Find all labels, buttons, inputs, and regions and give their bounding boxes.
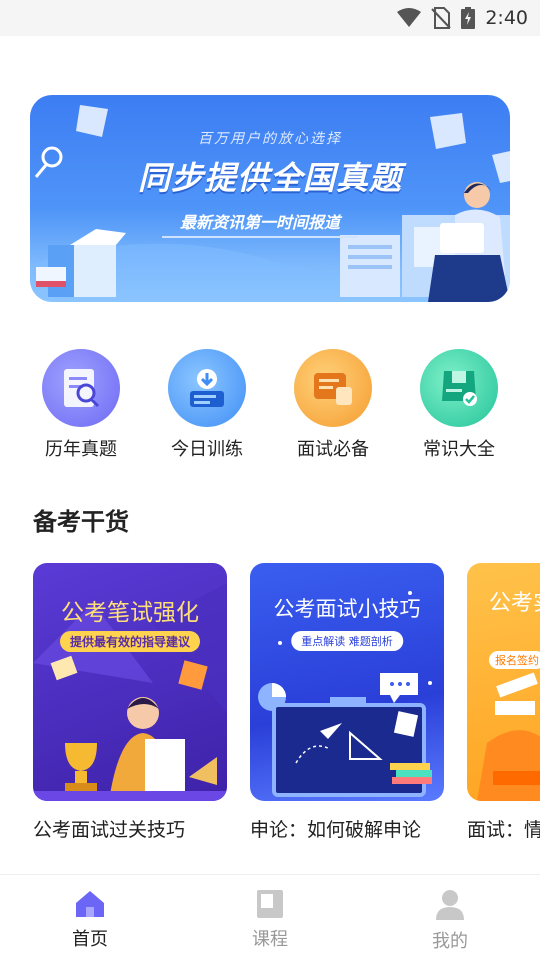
article-card[interactable]: 公考实战 报名签约 面试：情 bbox=[467, 563, 540, 842]
card-head: 公考笔试强化 bbox=[61, 600, 199, 626]
card-tag: 报名签约 bbox=[489, 651, 540, 669]
nav-label: 我的 bbox=[432, 931, 468, 952]
interview-essentials-icon bbox=[294, 349, 372, 427]
bottom-navigation: 首页 课程 我的 bbox=[0, 874, 540, 960]
quick-menu: 历年真题 今日训练 面试必备 常识大全 bbox=[0, 345, 540, 460]
article-card-title: 面试：情 bbox=[467, 819, 540, 841]
home-screen: 2:40 百万用户的放心选择 同步提供全国真题 最新资讯第一时间报道 历年真题 … bbox=[0, 0, 540, 960]
card-head: 公考面试小技巧 bbox=[273, 597, 421, 621]
quick-item-past-exams[interactable]: 历年真题 bbox=[26, 345, 136, 461]
article-card-title: 申论：如何破解申论 bbox=[250, 819, 422, 841]
quick-item-daily-training[interactable]: 今日训练 bbox=[152, 345, 262, 461]
article-carousel[interactable]: 公考笔试强化 提供最有效的指导建议 公考面试过关技巧 公考面试小技巧 重点解读 … bbox=[0, 563, 540, 853]
banner-subtitle: 百万用户的放心选择 bbox=[198, 131, 342, 147]
article-card[interactable]: 公考面试小技巧 重点解读 难题剖析 申论：如何破解申论 bbox=[250, 563, 444, 842]
no-sim-icon bbox=[431, 7, 452, 29]
banner-tagline: 最新资讯第一时间报道 bbox=[158, 208, 362, 238]
daily-training-icon bbox=[168, 349, 246, 427]
quick-item-interview[interactable]: 面试必备 bbox=[278, 345, 388, 461]
course-icon bbox=[257, 890, 283, 918]
card-tag: 重点解读 难题剖析 bbox=[291, 631, 403, 651]
nav-home[interactable]: 首页 bbox=[45, 889, 135, 951]
status-icons: 2:40 bbox=[397, 6, 528, 30]
card-head: 公考实战 bbox=[489, 591, 540, 616]
nav-course[interactable]: 课程 bbox=[225, 889, 315, 951]
nav-label: 课程 bbox=[252, 929, 288, 950]
nav-profile[interactable]: 我的 bbox=[405, 889, 495, 953]
article-card-image: 公考实战 报名签约 bbox=[467, 563, 540, 801]
past-exams-icon bbox=[42, 349, 120, 427]
nav-label: 首页 bbox=[72, 929, 108, 950]
home-icon bbox=[76, 891, 104, 917]
card-tag: 提供最有效的指导建议 bbox=[59, 631, 201, 652]
article-card-image: 公考面试小技巧 重点解读 难题剖析 bbox=[250, 563, 444, 801]
common-knowledge-icon bbox=[420, 349, 498, 427]
wifi-icon bbox=[397, 8, 422, 27]
section-title: 备考干货 bbox=[33, 508, 129, 536]
promo-banner[interactable]: 百万用户的放心选择 同步提供全国真题 最新资讯第一时间报道 bbox=[30, 95, 510, 302]
article-card[interactable]: 公考笔试强化 提供最有效的指导建议 公考面试过关技巧 bbox=[33, 563, 227, 842]
quick-item-label: 常识大全 bbox=[423, 439, 495, 460]
status-bar: 2:40 bbox=[0, 0, 540, 36]
quick-item-label: 面试必备 bbox=[297, 439, 369, 460]
quick-item-common-knowledge[interactable]: 常识大全 bbox=[404, 345, 514, 461]
banner-title: 同步提供全国真题 bbox=[137, 159, 402, 197]
quick-item-label: 今日训练 bbox=[171, 439, 243, 460]
battery-charging-icon bbox=[461, 7, 476, 29]
article-card-title: 公考面试过关技巧 bbox=[33, 819, 186, 841]
status-time: 2:40 bbox=[485, 7, 528, 29]
article-card-image: 公考笔试强化 提供最有效的指导建议 bbox=[33, 563, 227, 801]
profile-icon bbox=[436, 890, 464, 920]
quick-item-label: 历年真题 bbox=[45, 439, 117, 460]
